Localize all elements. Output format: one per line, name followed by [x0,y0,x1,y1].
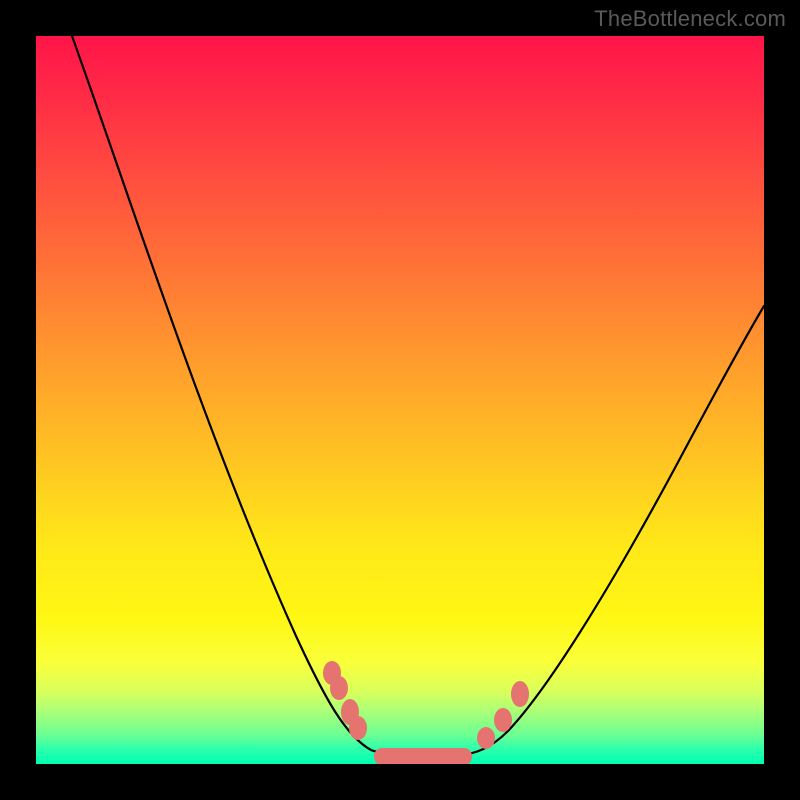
curve-svg [36,36,764,764]
plot-area [36,36,764,764]
watermark-text: TheBottleneck.com [594,6,786,32]
marker-dot [477,727,495,749]
marker-dot [349,716,367,740]
marker-dot [511,681,529,707]
chart-frame: TheBottleneck.com [0,0,800,800]
flat-region-marker [374,748,472,764]
marker-dot [494,708,512,732]
marker-dot [330,676,348,700]
bottleneck-curve [72,36,764,757]
